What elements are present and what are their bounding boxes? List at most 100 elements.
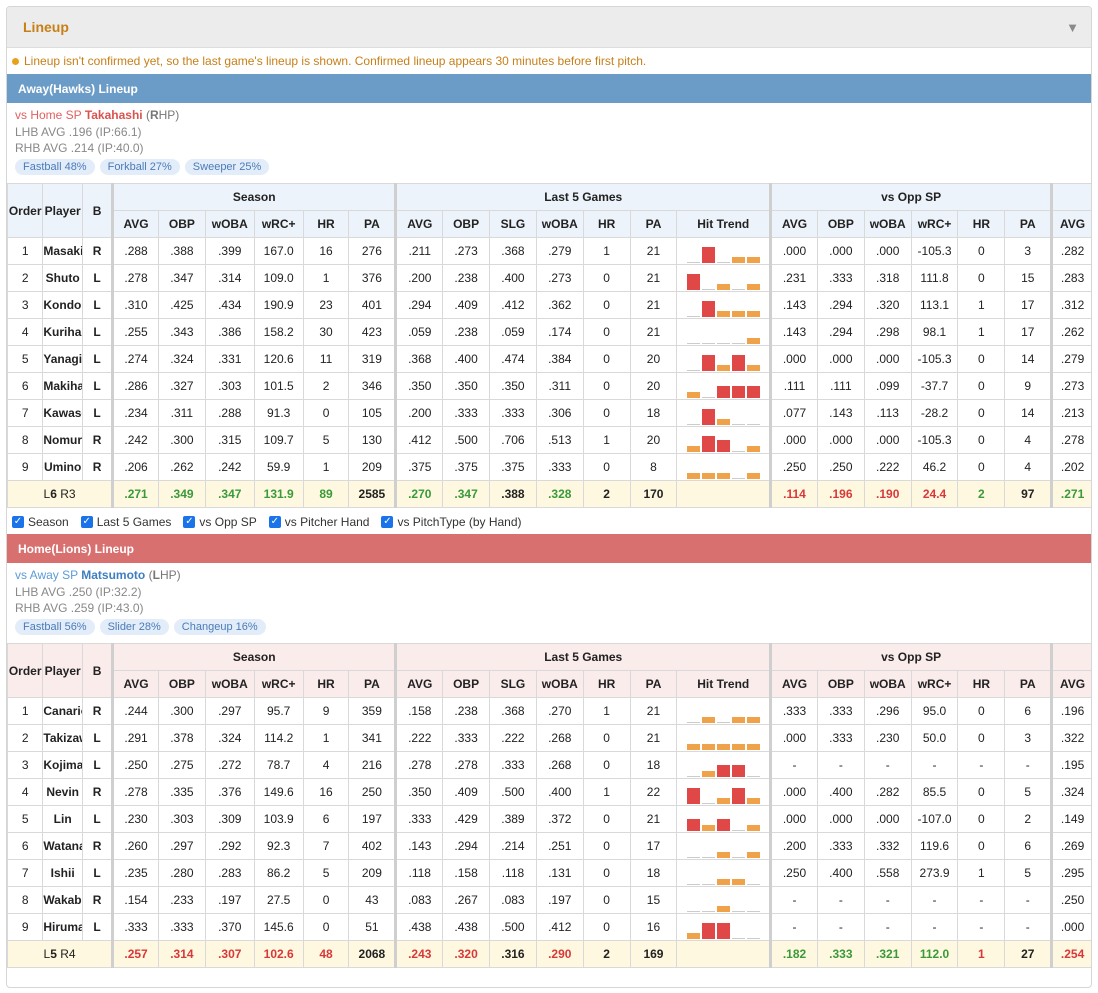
away-col-extra[interactable]: AVG — [1050, 210, 1091, 238]
away-col-season-0[interactable]: AVG — [111, 210, 159, 238]
home-player-name[interactable]: Ishii — [42, 859, 83, 887]
home-player-name[interactable]: Lin — [42, 805, 83, 833]
away-col-opp-1[interactable]: OBP — [816, 210, 865, 238]
home-col-opp-3[interactable]: wRC+ — [910, 670, 959, 698]
home-table-row: 5 Lin L .230.303.309 103.9 6 197.333.429.389.3… — [7, 805, 1091, 833]
away-col-season-1[interactable]: OBP — [157, 210, 206, 238]
home-col-last5-3[interactable]: wOBA — [535, 670, 584, 698]
away-col-last5-6[interactable]: Hit Trend — [676, 210, 772, 238]
away-col-opp-0[interactable]: AVG — [769, 210, 818, 238]
home-opp-cell: .400 — [816, 778, 865, 806]
home-col-last5-6[interactable]: Hit Trend — [676, 670, 772, 698]
home-col-opp-4[interactable]: HR — [957, 670, 1006, 698]
away-col-last5-4[interactable]: HR — [582, 210, 631, 238]
checkbox-checked-icon[interactable]: ✓ — [268, 516, 281, 528]
away-season-cell: 1 — [302, 264, 350, 292]
home-player-name[interactable]: Canario — [42, 697, 83, 725]
away-col-season-5[interactable]: PA — [348, 210, 397, 238]
home-col-last5-1[interactable]: OBP — [442, 670, 491, 698]
away-player-name[interactable]: Yanagita — [42, 345, 83, 373]
away-col-opp-4[interactable]: HR — [957, 210, 1006, 238]
away-col-order: Order — [7, 183, 44, 238]
away-opp-cell: -105.3 — [910, 426, 959, 454]
checkbox-checked-icon[interactable]: ✓ — [381, 516, 394, 528]
home-season-cell: .300 — [157, 697, 206, 725]
home-table-row: 4 Nevin R .278.335.376 149.6 16 250.350.409.50… — [7, 778, 1091, 806]
toggle-4[interactable]: ✓ vs PitchType (by Hand) — [381, 515, 522, 529]
home-col-last5-4[interactable]: HR — [582, 670, 631, 698]
away-player-name[interactable]: Kurihara — [42, 318, 83, 346]
away-col-opp-2[interactable]: wOBA — [863, 210, 912, 238]
home-total-last5: .316 — [489, 940, 537, 968]
home-col-opp-5[interactable]: PA — [1004, 670, 1053, 698]
home-player-name[interactable]: Watanabe — [42, 832, 83, 860]
home-col-season-2[interactable]: wOBA — [204, 670, 255, 698]
home-season-cell: .378 — [157, 724, 206, 752]
home-col-opp-0[interactable]: AVG — [769, 670, 818, 698]
home-col-season-1[interactable]: OBP — [157, 670, 206, 698]
home-col-extra[interactable]: AVG — [1050, 670, 1091, 698]
away-pitch-tag[interactable]: Sweeper 25% — [184, 159, 270, 175]
away-col-last5-1[interactable]: OBP — [442, 210, 491, 238]
away-col-season-2[interactable]: wOBA — [204, 210, 255, 238]
home-order: 3 — [7, 751, 44, 779]
away-last5-cell: .400 — [442, 345, 491, 373]
away-col-last5-2[interactable]: SLG — [489, 210, 537, 238]
home-player-name[interactable]: Wakabaya... — [42, 886, 83, 914]
away-player-name[interactable]: Nomura — [42, 426, 83, 454]
home-col-opp-1[interactable]: OBP — [816, 670, 865, 698]
away-last5-cell: .500 — [442, 426, 491, 454]
home-col-last5-2[interactable]: SLG — [489, 670, 537, 698]
away-sp-name[interactable]: Takahashi — [85, 108, 143, 122]
home-opp-cell: 50.0 — [910, 724, 959, 752]
checkbox-checked-icon[interactable]: ✓ — [80, 516, 93, 528]
away-pitch-tag[interactable]: Fastball 48% — [15, 159, 95, 175]
home-sp-name[interactable]: Matsumoto — [81, 568, 145, 582]
home-pitch-tag[interactable]: Fastball 56% — [15, 619, 95, 635]
away-player-name[interactable]: Shuto — [42, 264, 83, 292]
away-player-name[interactable]: Umino — [42, 453, 83, 481]
home-col-last5-0[interactable]: AVG — [394, 670, 444, 698]
home-pitch-tag[interactable]: Slider 28% — [99, 619, 169, 635]
away-opp-cell: .000 — [816, 345, 865, 373]
toggle-2[interactable]: ✓ vs Opp SP — [183, 515, 257, 529]
away-col-season-3[interactable]: wRC+ — [253, 210, 304, 238]
away-col-opp-3[interactable]: wRC+ — [910, 210, 959, 238]
home-opp-cell: 0 — [957, 805, 1006, 833]
home-opp-cell: 6 — [1004, 697, 1053, 725]
away-col-season-4[interactable]: HR — [302, 210, 350, 238]
checkbox-checked-icon[interactable]: ✓ — [12, 516, 24, 528]
away-opp-cell: -105.3 — [910, 345, 959, 373]
home-pitch-tag[interactable]: Changeup 16% — [173, 619, 266, 635]
checkbox-checked-icon[interactable]: ✓ — [183, 516, 196, 528]
home-col-season-3[interactable]: wRC+ — [253, 670, 304, 698]
away-col-last5-3[interactable]: wOBA — [535, 210, 584, 238]
home-col-season-0[interactable]: AVG — [111, 670, 159, 698]
panel-header[interactable]: Lineup ▼ — [7, 7, 1091, 48]
home-player-name[interactable]: Nevin — [42, 778, 83, 806]
home-player-name[interactable]: Takizawa — [42, 724, 83, 752]
home-col-opp-2[interactable]: wOBA — [863, 670, 912, 698]
home-last5-cell: .118 — [489, 859, 537, 887]
toggle-1[interactable]: ✓ Last 5 Games — [80, 515, 171, 529]
away-player-name[interactable]: Kawase — [42, 399, 83, 427]
away-player-name[interactable]: Masaki — [42, 237, 83, 265]
home-player-name[interactable]: Hiruma — [42, 913, 83, 941]
away-pitch-tag[interactable]: Forkball 27% — [99, 159, 180, 175]
home-col-season-5[interactable]: PA — [348, 670, 397, 698]
away-col-last5-0[interactable]: AVG — [394, 210, 444, 238]
home-player-name[interactable]: Kojima — [42, 751, 83, 779]
toggle-0[interactable]: ✓ Season — [12, 515, 69, 529]
toggle-3[interactable]: ✓ vs Pitcher Hand — [268, 515, 369, 529]
home-opp-cell: 6 — [1004, 832, 1053, 860]
triangle-down-icon[interactable]: ▼ — [1066, 20, 1079, 35]
trend-bar-mid — [686, 819, 700, 831]
home-col-season-4[interactable]: HR — [302, 670, 350, 698]
away-order: 8 — [7, 426, 44, 454]
away-col-opp-5[interactable]: PA — [1004, 210, 1053, 238]
away-player-name[interactable]: Makihara — [42, 372, 83, 400]
away-player-name[interactable]: Kondoh — [42, 291, 83, 319]
away-col-last5-5[interactable]: PA — [629, 210, 678, 238]
home-hit-trend — [676, 886, 772, 914]
home-col-last5-5[interactable]: PA — [629, 670, 678, 698]
